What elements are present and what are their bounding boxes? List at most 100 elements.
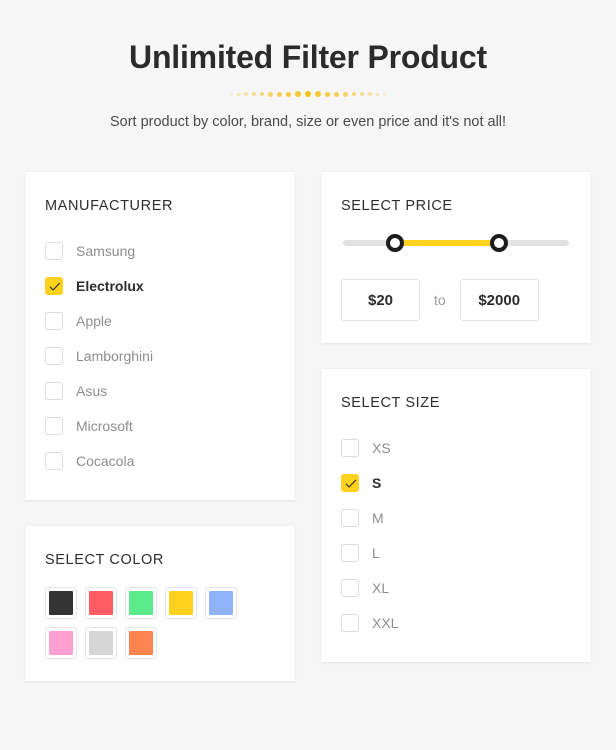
divider-dot: [244, 92, 248, 96]
checkbox-label: Samsung: [76, 242, 136, 259]
checkbox-empty-icon[interactable]: [341, 438, 359, 457]
checkbox-empty-icon[interactable]: [341, 543, 359, 562]
price-separator-label: to: [434, 292, 446, 308]
filter-columns: MANUFACTURER Samsung Electrolux Apple Lambo…: [25, 172, 591, 681]
dot-divider: [0, 89, 616, 99]
checkbox-label: XS: [372, 439, 391, 456]
price-card: SELECT PRICE $20 to $2000: [321, 172, 591, 343]
color-swatch-pink[interactable]: [45, 627, 77, 659]
divider-dot: [260, 92, 264, 96]
checkbox-label: M: [372, 509, 384, 526]
divider-dot: [237, 92, 240, 96]
color-swatch-red[interactable]: [85, 587, 117, 619]
checkbox-label: Electrolux: [76, 277, 144, 294]
color-swatch-yellow[interactable]: [165, 587, 197, 619]
color-swatches: [45, 587, 245, 659]
checkbox-empty-icon[interactable]: [45, 241, 63, 260]
color-swatch-fill: [49, 591, 73, 615]
divider-dot: [252, 92, 256, 96]
divider-dot: [334, 91, 339, 97]
slider-range: [394, 240, 499, 246]
checkbox-empty-icon[interactable]: [341, 578, 359, 597]
checkbox-label: Asus: [76, 382, 108, 399]
checkbox-row-samsung[interactable]: Samsung: [45, 233, 275, 268]
manufacturer-card: MANUFACTURER Samsung Electrolux Apple Lambo…: [25, 172, 295, 500]
checkbox-label: Lamborghini: [76, 347, 154, 364]
divider-dot: [360, 92, 364, 96]
checkbox-row-apple[interactable]: Apple: [45, 303, 275, 338]
color-swatch-gray[interactable]: [85, 627, 117, 659]
divider-dot: [343, 91, 348, 97]
right-column: SELECT PRICE $20 to $2000 SELECT SIZE XS…: [321, 172, 591, 662]
color-swatch-fill: [89, 631, 113, 655]
page-header: Unlimited Filter Product Sort product by…: [0, 0, 616, 132]
page-title: Unlimited Filter Product: [129, 39, 487, 75]
size-title: SELECT SIZE: [341, 395, 441, 411]
manufacturer-title: MANUFACTURER: [45, 198, 174, 214]
checkbox-row-xl[interactable]: XL: [341, 570, 571, 605]
checkbox-row-cocacola[interactable]: Cocacola: [45, 443, 275, 478]
color-swatch-charcoal[interactable]: [45, 587, 77, 619]
filter-page: Unlimited Filter Product Sort product by…: [0, 0, 616, 750]
slider-handle-max[interactable]: [489, 234, 508, 252]
checkbox-row-microsoft[interactable]: Microsoft: [45, 408, 275, 443]
checkbox-empty-icon[interactable]: [45, 416, 63, 435]
divider-dot: [268, 91, 273, 97]
page-subtitle: Sort product by color, brand, size or ev…: [109, 114, 507, 130]
checkbox-row-xxl[interactable]: XXL: [341, 605, 571, 640]
checkbox-empty-icon[interactable]: [45, 381, 63, 400]
price-max-input[interactable]: $2000: [459, 279, 539, 321]
checkbox-checked-icon[interactable]: [45, 276, 63, 295]
divider-dot: [295, 91, 301, 97]
checkbox-label: XXL: [372, 614, 399, 631]
checkbox-row-electrolux[interactable]: Electrolux: [45, 268, 275, 303]
divider-dot: [315, 91, 321, 97]
size-options: XS S M L XL XXL: [341, 430, 571, 640]
checkbox-row-asus[interactable]: Asus: [45, 373, 275, 408]
left-column: MANUFACTURER Samsung Electrolux Apple Lambo…: [25, 172, 295, 681]
color-swatch-fill: [169, 591, 193, 615]
checkbox-row-xs[interactable]: XS: [341, 430, 571, 465]
checkbox-label: Apple: [76, 312, 112, 329]
color-swatch-fill: [49, 631, 73, 655]
checkbox-empty-icon[interactable]: [45, 346, 63, 365]
checkbox-label: L: [372, 544, 380, 561]
checkbox-empty-icon[interactable]: [45, 451, 63, 470]
checkbox-empty-icon[interactable]: [341, 613, 359, 632]
color-swatch-green[interactable]: [125, 587, 157, 619]
divider-dot: [376, 92, 379, 96]
divider-dot: [325, 91, 330, 97]
checkbox-checked-icon[interactable]: [341, 473, 359, 492]
price-inputs: $20 to $2000: [341, 279, 571, 321]
checkbox-row-m[interactable]: M: [341, 500, 571, 535]
price-title: SELECT PRICE: [341, 198, 453, 214]
checkbox-row-s[interactable]: S: [341, 465, 571, 500]
size-card: SELECT SIZE XS S M L XL XXL: [321, 369, 591, 662]
divider-dot: [286, 91, 291, 97]
color-swatch-orange[interactable]: [125, 627, 157, 659]
divider-dot: [368, 92, 372, 96]
divider-dot: [277, 91, 282, 97]
slider-handle-min[interactable]: [385, 234, 404, 252]
manufacturer-options: Samsung Electrolux Apple Lamborghini Asus Mic…: [45, 233, 275, 478]
color-swatch-fill: [209, 591, 233, 615]
color-swatch-blue[interactable]: [205, 587, 237, 619]
divider-dot: [352, 92, 356, 96]
checkbox-label: Microsoft: [76, 417, 133, 434]
price-min-input[interactable]: $20: [341, 279, 420, 321]
color-title: SELECT COLOR: [45, 552, 164, 568]
color-swatch-fill: [129, 631, 153, 655]
checkbox-label: XL: [372, 579, 390, 596]
checkbox-empty-icon[interactable]: [341, 508, 359, 527]
checkbox-empty-icon[interactable]: [45, 311, 63, 330]
price-slider[interactable]: [343, 233, 569, 253]
checkbox-row-l[interactable]: L: [341, 535, 571, 570]
checkbox-row-lamborghini[interactable]: Lamborghini: [45, 338, 275, 373]
checkbox-label: S: [372, 474, 382, 491]
color-card: SELECT COLOR: [25, 526, 295, 681]
divider-dot: [305, 91, 311, 97]
color-swatch-fill: [129, 591, 153, 615]
checkbox-label: Cocacola: [76, 452, 135, 469]
color-swatch-fill: [89, 591, 113, 615]
divider-dot: [230, 92, 233, 96]
